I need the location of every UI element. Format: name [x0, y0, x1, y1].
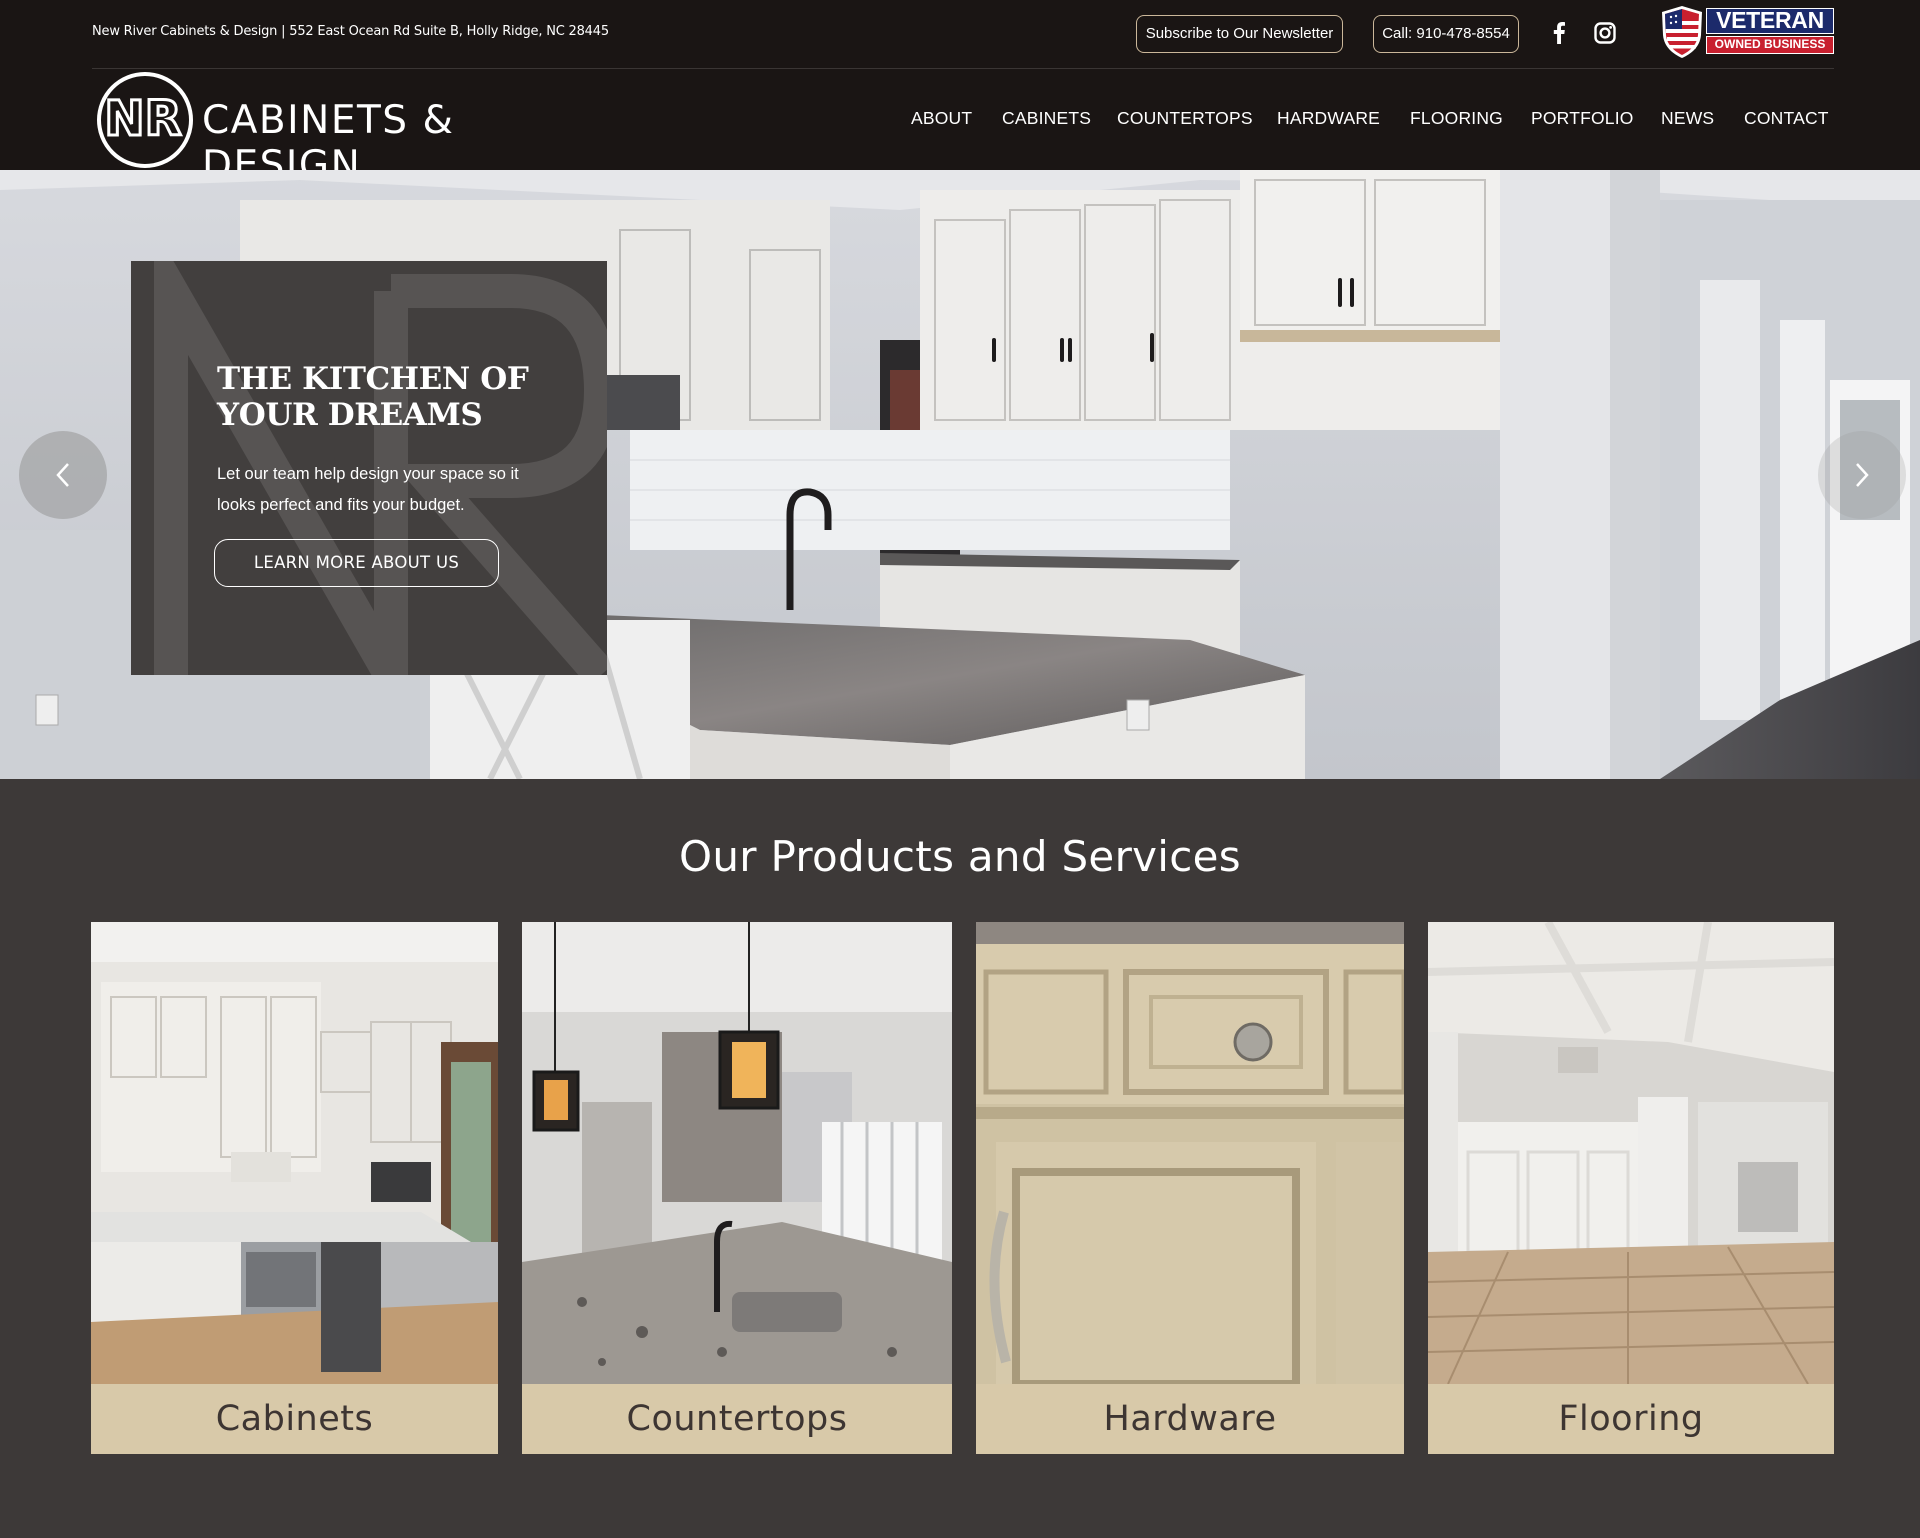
nav-news[interactable]: NEWS [1661, 108, 1714, 129]
call-button[interactable]: Call: 910-478-8554 [1373, 15, 1519, 53]
instagram-icon[interactable] [1592, 20, 1618, 46]
nav-flooring[interactable]: FLOORING [1410, 108, 1503, 129]
hardware-label: Hardware [976, 1384, 1404, 1454]
main-header: NR CABINETS & DESIGN ABOUT CABINETS COUN… [0, 68, 1920, 188]
owned-business-text: OWNED BUSINESS [1706, 36, 1834, 54]
flag-shield-icon [1662, 6, 1702, 58]
nav-hardware[interactable]: HARDWARE [1277, 108, 1380, 129]
svg-text:NR: NR [104, 91, 181, 147]
veteran-owned-badge: VETERAN OWNED BUSINESS [1660, 5, 1834, 59]
cabinets-image [91, 922, 498, 1384]
veteran-text: VETERAN [1706, 8, 1834, 34]
countertops-image [522, 922, 952, 1384]
newsletter-button[interactable]: Subscribe to Our Newsletter [1136, 15, 1343, 53]
business-address: New River Cabinets & Design | 552 East O… [92, 24, 609, 39]
slider-prev-button[interactable] [19, 431, 107, 519]
chevron-right-icon [1856, 463, 1869, 487]
header-divider [92, 68, 1834, 69]
product-card-countertops[interactable]: Countertops [522, 922, 952, 1454]
site-logo[interactable]: NR CABINETS & DESIGN [96, 71, 596, 188]
product-card-hardware[interactable]: Hardware [976, 922, 1404, 1454]
chevron-left-icon [56, 463, 69, 487]
nav-cabinets[interactable]: CABINETS [1002, 108, 1091, 129]
top-bar: New River Cabinets & Design | 552 East O… [0, 0, 1920, 68]
learn-more-button[interactable]: LEARN MORE ABOUT US [214, 539, 499, 587]
hero-card: THE KITCHEN OF YOUR DREAMS Let our team … [131, 261, 607, 675]
facebook-icon[interactable] [1546, 20, 1572, 46]
hero-title: THE KITCHEN OF YOUR DREAMS [217, 361, 529, 433]
hardware-image [976, 922, 1404, 1384]
logo-mark: NR [97, 72, 193, 168]
countertops-label: Countertops [522, 1384, 952, 1454]
nav-contact[interactable]: CONTACT [1744, 108, 1829, 129]
product-card-flooring[interactable]: Flooring [1428, 922, 1834, 1454]
product-card-cabinets[interactable]: Cabinets [91, 922, 498, 1454]
cabinets-label: Cabinets [91, 1384, 498, 1454]
nav-countertops[interactable]: COUNTERTOPS [1117, 108, 1253, 129]
flooring-label: Flooring [1428, 1384, 1834, 1454]
flooring-image [1428, 922, 1834, 1384]
products-title: Our Products and Services [679, 832, 1241, 881]
hero-slider: THE KITCHEN OF YOUR DREAMS Let our team … [0, 170, 1920, 779]
nav-about[interactable]: ABOUT [911, 108, 972, 129]
nav-portfolio[interactable]: PORTFOLIO [1531, 108, 1634, 129]
slider-next-button[interactable] [1818, 431, 1906, 519]
hero-text: Let our team help design your space so i… [217, 465, 519, 514]
